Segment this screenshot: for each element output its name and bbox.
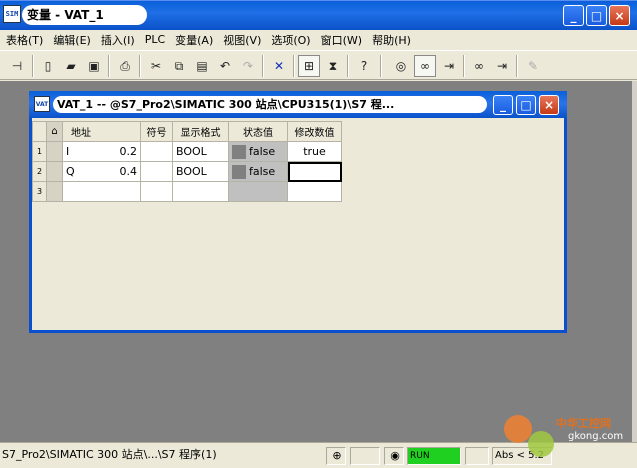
menu-table[interactable]: 表格(T) [4,32,51,48]
copy-icon[interactable]: ⧉ [168,55,190,77]
status-cell [228,181,288,202]
app-icon[interactable]: SIM [3,5,21,23]
open-icon[interactable]: ▰ [60,55,82,77]
menu-options[interactable]: 选项(O) [269,32,318,48]
undo-icon[interactable]: ↶ [214,55,236,77]
variable-table: ⌂ 地址 符号 显示格式 状态值 修改数值 1 I 0.2 BOOL false … [32,121,342,202]
connection-icon: ◉ [384,447,404,465]
row-gutter [46,161,63,182]
menu-help[interactable]: 帮助(H) [370,32,419,48]
format-cell[interactable]: BOOL [172,141,229,162]
symbol-cell[interactable] [140,181,173,202]
modify-cell-active[interactable] [287,161,342,182]
col-header-modify[interactable]: 修改数值 [287,121,342,142]
col-header-format[interactable]: 显示格式 [172,121,229,142]
menu-plc[interactable]: PLC [143,33,173,46]
menu-window[interactable]: 窗口(W) [319,32,370,48]
new-icon[interactable]: ▯ [37,55,59,77]
watermark-text: 中华工控网 [556,417,611,430]
menu-bar: 表格(T) 编辑(E) 插入(I) PLC 变量(A) 视图(V) 选项(O) … [0,30,637,49]
status-panel-empty [350,447,380,465]
maximize-button[interactable]: □ [586,5,607,26]
online-icon: ⊕ [326,447,346,465]
monitor-config-icon[interactable]: ⊞ [298,55,320,77]
vat-maximize-button[interactable]: □ [516,95,536,115]
status-bar: S7_Pro2\SIMATIC 300 站点\...\S7 程序(1) ⊕ ◉ … [0,415,637,468]
update-monitor-icon[interactable]: ∞ [468,55,490,77]
monitor-glasses-icon[interactable]: ◎ [390,55,412,77]
pin-icon[interactable]: ⊣ [6,55,28,77]
table-row[interactable]: 2 Q 0.4 BOOL false [32,161,342,182]
paste-icon[interactable]: ▤ [191,55,213,77]
symbol-cell[interactable] [140,161,173,182]
address-cell[interactable]: Q 0.4 [62,161,141,182]
address-cell[interactable] [62,181,141,202]
address-area: Q [66,165,75,178]
status-value: false [249,164,276,178]
trigger-icon[interactable]: ⧗ [322,55,344,77]
symbol-cell[interactable] [140,141,173,162]
row-gutter [46,141,63,162]
row-number[interactable]: 2 [32,161,47,182]
col-header-symbol[interactable]: 符号 [140,121,173,142]
watermark-url: gkong.com [568,431,624,442]
table-corner-icon[interactable]: ⌂ [46,121,63,142]
format-cell[interactable] [172,181,229,202]
print-icon[interactable]: ⎙ [114,55,136,77]
address-bit: 0.4 [119,165,138,178]
address-cell[interactable]: I 0.2 [62,141,141,162]
table-row[interactable]: 3 [32,181,342,202]
status-indicator [232,164,246,179]
menu-variable[interactable]: 变量(A) [173,32,221,48]
delete-icon[interactable]: ✕ [268,55,290,77]
row-number[interactable]: 3 [32,181,47,202]
vat-window-title: VAT_1 -- @S7_Pro2\SIMATIC 300 站点\CPU315(… [53,96,487,113]
modify-cell[interactable]: true [287,141,342,162]
vertical-scrollbar[interactable] [632,81,637,442]
cut-icon[interactable]: ✂ [145,55,167,77]
status-path: S7_Pro2\SIMATIC 300 站点\...\S7 程序(1) [2,448,217,461]
close-button[interactable]: × [609,5,630,26]
watermark-logo: 中华工控网 gkong.com [500,409,634,467]
modify-variable-icon[interactable]: ⇥ [438,55,460,77]
row-gutter [46,181,63,202]
monitor-variable-icon[interactable]: ∞ [414,55,436,77]
row-number[interactable]: 1 [32,141,47,162]
menu-view[interactable]: 视图(V) [221,32,269,48]
vat-icon[interactable]: VAT [34,96,50,112]
status-panel-empty-2 [465,447,489,465]
address-area: I [66,145,70,158]
save-icon[interactable]: ▣ [83,55,105,77]
toolbar: ⊣ ▯ ▰ ▣ ⎙ ✂ ⧉ ▤ ↶ ↷ ✕ ⊞ ⧗ ? ◎ ∞ ⇥ ∞ ⇥ ✎ [0,50,637,80]
status-cell: false [228,141,288,162]
status-cell: false [228,161,288,182]
vat-minimize-button[interactable]: _ [493,95,513,115]
table-row[interactable]: 1 I 0.2 BOOL false true [32,141,342,162]
gear-icon-green [528,431,554,457]
vat-close-button[interactable]: × [539,95,559,115]
force-icon[interactable]: ✎ [522,55,544,77]
modify-cell[interactable] [287,181,342,202]
window-title: 变量 - VAT_1 [22,5,147,25]
minimize-button[interactable]: _ [563,5,584,26]
table-header-row: ⌂ 地址 符号 显示格式 状态值 修改数值 [32,121,342,142]
address-bit: 0.2 [119,145,138,158]
menu-insert[interactable]: 插入(I) [99,32,143,48]
col-header-status[interactable]: 状态值 [228,121,288,142]
corner-cell[interactable] [32,121,47,142]
col-header-address[interactable]: 地址 [62,121,141,142]
update-modify-icon[interactable]: ⇥ [491,55,513,77]
status-value: false [249,144,276,158]
format-cell[interactable]: BOOL [172,161,229,182]
menu-edit[interactable]: 编辑(E) [51,32,99,48]
redo-icon[interactable]: ↷ [237,55,259,77]
status-indicator [232,144,246,159]
help-cursor-icon[interactable]: ? [353,55,375,77]
run-mode-indicator: RUN [407,447,461,465]
